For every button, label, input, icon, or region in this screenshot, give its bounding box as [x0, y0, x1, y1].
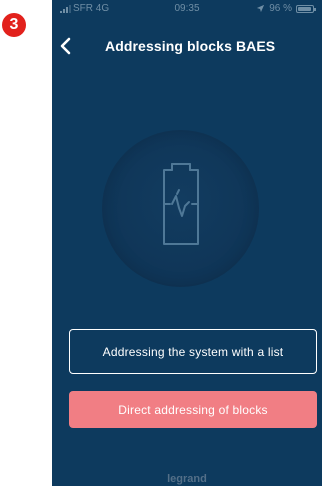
back-button[interactable]: [56, 36, 76, 56]
page-title: Addressing blocks BAES: [105, 38, 276, 54]
step-number-badge: 3: [2, 13, 26, 37]
legrand-logo: legrand: [167, 473, 207, 485]
navigation-header: Addressing blocks BAES: [52, 28, 322, 62]
direct-addressing-button[interactable]: Direct addressing of blocks: [69, 391, 317, 428]
address-with-list-button[interactable]: Addressing the system with a list: [69, 329, 317, 374]
location-icon: [257, 4, 265, 13]
illustration-circle: [102, 130, 259, 287]
status-bar: SFR 4G 09:35 96 %: [52, 0, 322, 18]
battery-percent: 96 %: [269, 3, 292, 14]
phone-screen: SFR 4G 09:35 96 % Addressing blocks BAES: [52, 0, 322, 486]
battery-icon: [296, 4, 316, 13]
clipboard-signal-icon: [163, 163, 199, 245]
chevron-left-icon: [60, 37, 71, 55]
battery-level-fill: [298, 6, 312, 11]
status-right-group: 96 %: [256, 3, 316, 14]
annotated-screenshot: 3 SFR 4G 09:35 96 % Addressing blocks BA…: [0, 0, 322, 486]
